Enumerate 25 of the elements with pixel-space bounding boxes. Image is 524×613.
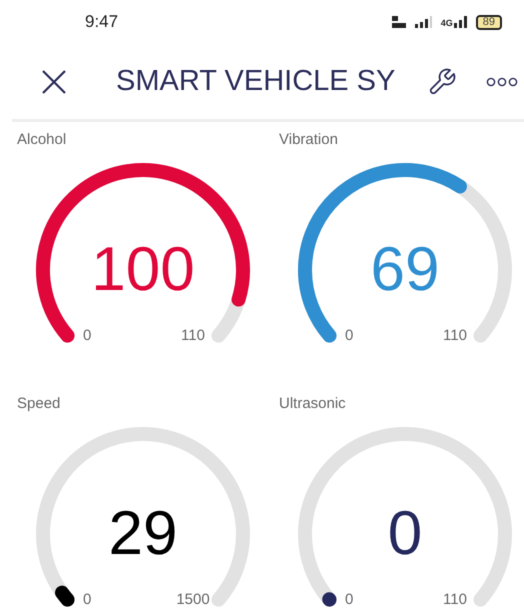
gauge-max: 110 xyxy=(180,326,206,346)
gauge-label: Ultrasonic xyxy=(279,394,346,414)
status-time: 9:47 xyxy=(85,11,118,34)
gauge-min: 0 xyxy=(345,326,354,346)
gauge-max: 110 xyxy=(442,590,468,610)
network-type: 4G xyxy=(440,18,453,28)
gauge-value: 29 xyxy=(108,498,178,570)
gauge-value: 69 xyxy=(370,234,440,306)
battery-indicator: 89 xyxy=(476,14,502,30)
gauge-value: 0 xyxy=(386,498,424,570)
signal-icon xyxy=(414,16,433,28)
gauge-label: Vibration xyxy=(279,130,338,150)
gauge-value: 100 xyxy=(90,234,196,306)
gauge-label: Speed xyxy=(17,394,60,414)
close-icon xyxy=(41,68,67,94)
gauge-min: 0 xyxy=(345,590,354,610)
gauge-max: 110 xyxy=(442,326,468,346)
signal-icon xyxy=(454,16,468,28)
app-title: SMART VEHICLE SY xyxy=(116,64,396,99)
gauge-max: 1500 xyxy=(175,590,211,610)
wrench-icon xyxy=(427,66,457,96)
more-icon xyxy=(486,76,518,86)
gauge-min: 0 xyxy=(83,326,92,346)
gauge-label: Alcohol xyxy=(17,130,66,150)
gauge-min: 0 xyxy=(83,590,92,610)
